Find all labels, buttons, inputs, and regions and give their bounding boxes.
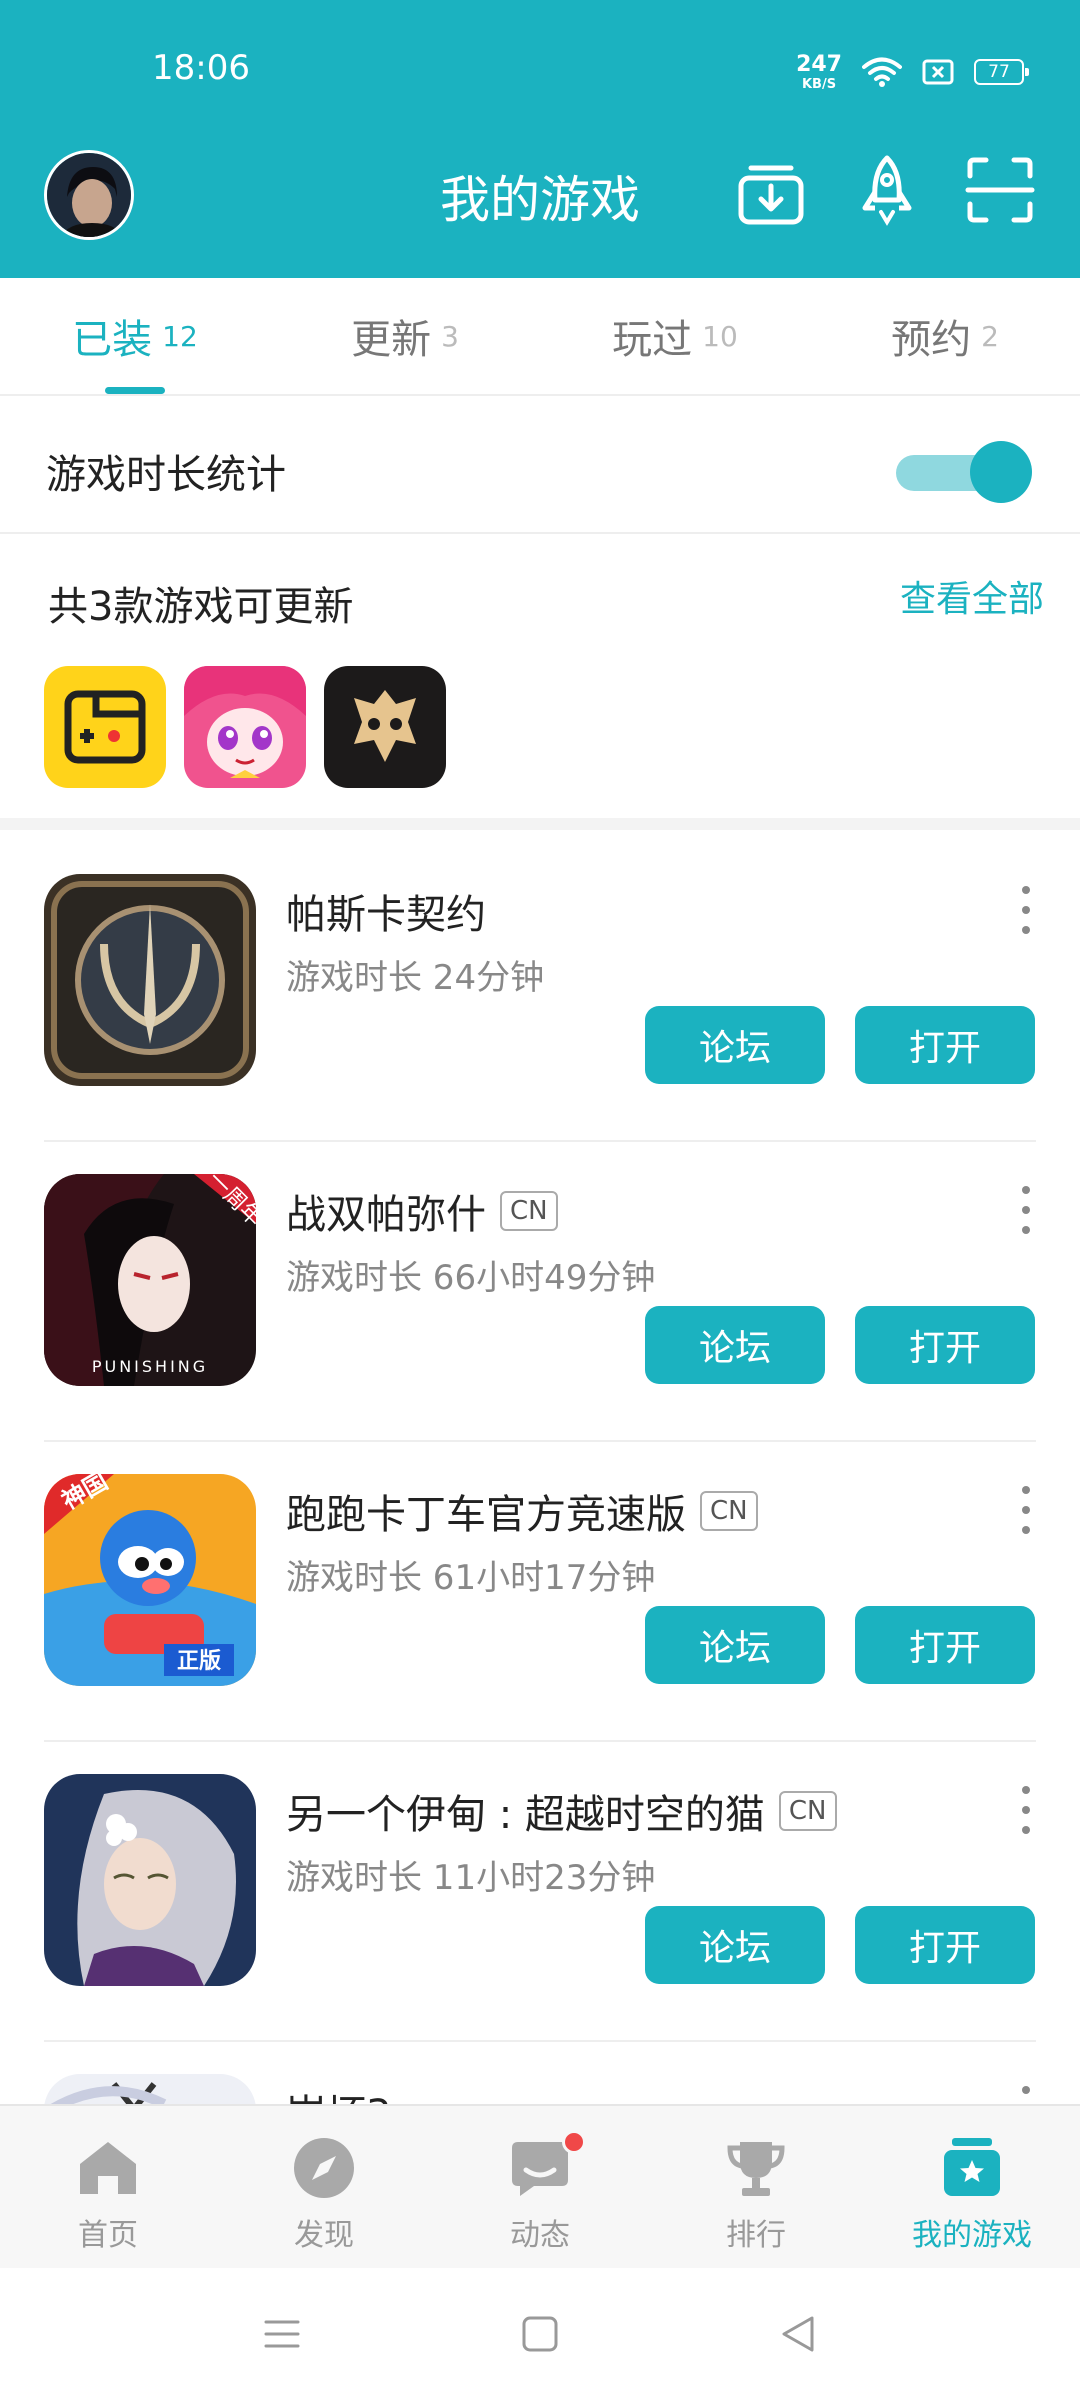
open-button[interactable]: 打开 bbox=[855, 1006, 1035, 1084]
open-button[interactable]: 打开 bbox=[855, 1906, 1035, 1984]
region-badge: CN bbox=[778, 1791, 837, 1831]
nav-label: 排行 bbox=[726, 2218, 786, 2253]
game-icon[interactable] bbox=[44, 874, 256, 1086]
more-options-icon[interactable] bbox=[1016, 1186, 1036, 1234]
notification-dot bbox=[562, 2130, 586, 2154]
game-item: 神国 正版 跑跑卡丁车官方竞速版 CN 游戏时长 61小时17分钟 论坛 打开 bbox=[0, 1442, 1080, 1742]
game-item: 一周年 PUNISHING 战双帕弥什 CN 游戏时长 66小时49分钟 论坛 … bbox=[0, 1142, 1080, 1442]
tab-label: 预约 bbox=[891, 317, 972, 363]
game-name: 另一个伊甸 : 超越时空的猫 bbox=[286, 1792, 765, 1838]
tab-bar: 已装 12 更新 3 玩过 10 预约 2 bbox=[0, 278, 1080, 396]
status-icons: 247 KB/S 77 bbox=[796, 50, 1029, 94]
region-badge: CN bbox=[700, 1491, 758, 1531]
playtime-stats-label: 游戏时长统计 bbox=[46, 452, 286, 498]
game-item: 崩坏3 bbox=[0, 2042, 1080, 2104]
play-time: 游戏时长 61小时17分钟 bbox=[286, 1558, 656, 1598]
rocket-icon[interactable] bbox=[849, 152, 925, 228]
forum-button[interactable]: 论坛 bbox=[645, 1306, 825, 1384]
tab-installed[interactable]: 已装 12 bbox=[0, 278, 270, 394]
nav-ranking[interactable]: 排行 bbox=[648, 2106, 864, 2268]
game-name: 跑跑卡丁车官方竞速版 bbox=[286, 1492, 686, 1538]
more-options-icon[interactable] bbox=[1016, 1786, 1036, 1834]
game-item: 帕斯卡契约 游戏时长 24分钟 论坛 打开 bbox=[0, 842, 1080, 1142]
game-icon[interactable] bbox=[44, 2074, 256, 2104]
home-icon bbox=[74, 2134, 142, 2202]
nav-feed[interactable]: 动态 bbox=[432, 2106, 648, 2268]
tab-count: 3 bbox=[441, 319, 459, 353]
download-manager-icon[interactable] bbox=[733, 152, 809, 228]
tab-label: 玩过 bbox=[612, 317, 693, 363]
menu-icon[interactable] bbox=[260, 2312, 304, 2356]
forum-button[interactable]: 论坛 bbox=[645, 1006, 825, 1084]
game-name-row: 崩坏3 bbox=[286, 2082, 391, 2104]
game-item: 另一个伊甸 : 超越时空的猫 CN 游戏时长 11小时23分钟 论坛 打开 bbox=[0, 1742, 1080, 2042]
net-speed-value: 247 bbox=[796, 51, 842, 77]
tab-reserved[interactable]: 预约 2 bbox=[810, 278, 1080, 394]
scan-icon[interactable] bbox=[962, 152, 1038, 228]
open-button[interactable]: 打开 bbox=[855, 1306, 1035, 1384]
updates-section: 共3款游戏可更新 查看全部 bbox=[0, 536, 1080, 830]
more-options-icon[interactable] bbox=[1016, 886, 1036, 934]
sim-icon bbox=[922, 59, 954, 85]
home-square-icon[interactable] bbox=[518, 2312, 562, 2356]
forum-button[interactable]: 论坛 bbox=[645, 1906, 825, 1984]
wifi-icon bbox=[862, 57, 902, 87]
tab-label: 更新 bbox=[351, 317, 432, 363]
game-name-row: 跑跑卡丁车官方竞速版 CN bbox=[286, 1482, 758, 1540]
game-icon[interactable]: 神国 正版 bbox=[44, 1474, 256, 1686]
nav-discover[interactable]: 发现 bbox=[216, 2106, 432, 2268]
game-name: 战双帕弥什 bbox=[286, 1192, 486, 1238]
game-list: 帕斯卡契约 游戏时长 24分钟 论坛 打开 一周年 PUNISHING 战双帕弥… bbox=[0, 842, 1080, 2104]
battery-icon: 77 bbox=[974, 59, 1029, 85]
tab-played[interactable]: 玩过 10 bbox=[540, 278, 810, 394]
net-speed-unit: KB/S bbox=[801, 76, 837, 92]
icon-logo-text: PUNISHING bbox=[92, 1357, 208, 1376]
update-game-icon[interactable] bbox=[184, 666, 306, 788]
tab-count: 12 bbox=[162, 319, 198, 353]
play-time: 游戏时长 11小时23分钟 bbox=[286, 1858, 656, 1898]
game-name-row: 战双帕弥什 CN bbox=[286, 1182, 558, 1240]
back-icon[interactable] bbox=[776, 2312, 820, 2356]
nav-label: 我的游戏 bbox=[912, 2218, 1032, 2253]
trophy-icon bbox=[722, 2134, 790, 2202]
app-header: 18:06 247 KB/S 77 我的游戏 bbox=[0, 0, 1080, 278]
game-icon[interactable] bbox=[44, 1774, 256, 1986]
tab-count: 10 bbox=[702, 319, 738, 353]
nav-label: 动态 bbox=[510, 2218, 570, 2253]
game-icon[interactable]: 一周年 PUNISHING bbox=[44, 1174, 256, 1386]
game-name-row: 另一个伊甸 : 超越时空的猫 CN bbox=[286, 1782, 837, 1840]
toggle-knob bbox=[970, 441, 1032, 503]
play-time: 游戏时长 66小时49分钟 bbox=[286, 1258, 656, 1298]
icon-tag-text: 正版 bbox=[177, 1649, 221, 1674]
bottom-nav: 首页 发现 动态 排行 我的游戏 bbox=[0, 2104, 1080, 2268]
nav-label: 首页 bbox=[78, 2218, 138, 2253]
open-button[interactable]: 打开 bbox=[855, 1606, 1035, 1684]
my-games-icon bbox=[938, 2134, 1006, 2202]
compass-icon bbox=[290, 2134, 358, 2202]
play-time: 游戏时长 24分钟 bbox=[286, 958, 545, 998]
view-all-link[interactable]: 查看全部 bbox=[900, 570, 1044, 622]
more-options-icon[interactable] bbox=[1016, 2086, 1036, 2104]
nav-my-games[interactable]: 我的游戏 bbox=[864, 2106, 1080, 2268]
update-game-icon[interactable] bbox=[324, 666, 446, 788]
updates-title: 共3款游戏可更新 bbox=[48, 584, 354, 630]
forum-button[interactable]: 论坛 bbox=[645, 1606, 825, 1684]
region-badge: CN bbox=[500, 1191, 558, 1231]
game-name: 帕斯卡契约 bbox=[286, 892, 486, 938]
update-game-icon[interactable] bbox=[44, 666, 166, 788]
game-name-row: 帕斯卡契约 bbox=[286, 882, 486, 940]
more-options-icon[interactable] bbox=[1016, 1486, 1036, 1534]
update-icons bbox=[44, 666, 446, 788]
nav-home[interactable]: 首页 bbox=[0, 2106, 216, 2268]
game-name: 崩坏3 bbox=[286, 2082, 391, 2104]
system-nav-bar bbox=[0, 2268, 1080, 2400]
playtime-stats-row: 游戏时长统计 bbox=[0, 398, 1080, 534]
playtime-stats-toggle[interactable] bbox=[896, 441, 1032, 503]
tab-label: 已装 bbox=[72, 317, 153, 363]
nav-label: 发现 bbox=[294, 2218, 354, 2253]
tab-count: 2 bbox=[981, 319, 999, 353]
tab-updates[interactable]: 更新 3 bbox=[270, 278, 540, 394]
net-speed: 247 KB/S bbox=[796, 51, 842, 92]
status-time: 18:06 bbox=[152, 48, 250, 88]
